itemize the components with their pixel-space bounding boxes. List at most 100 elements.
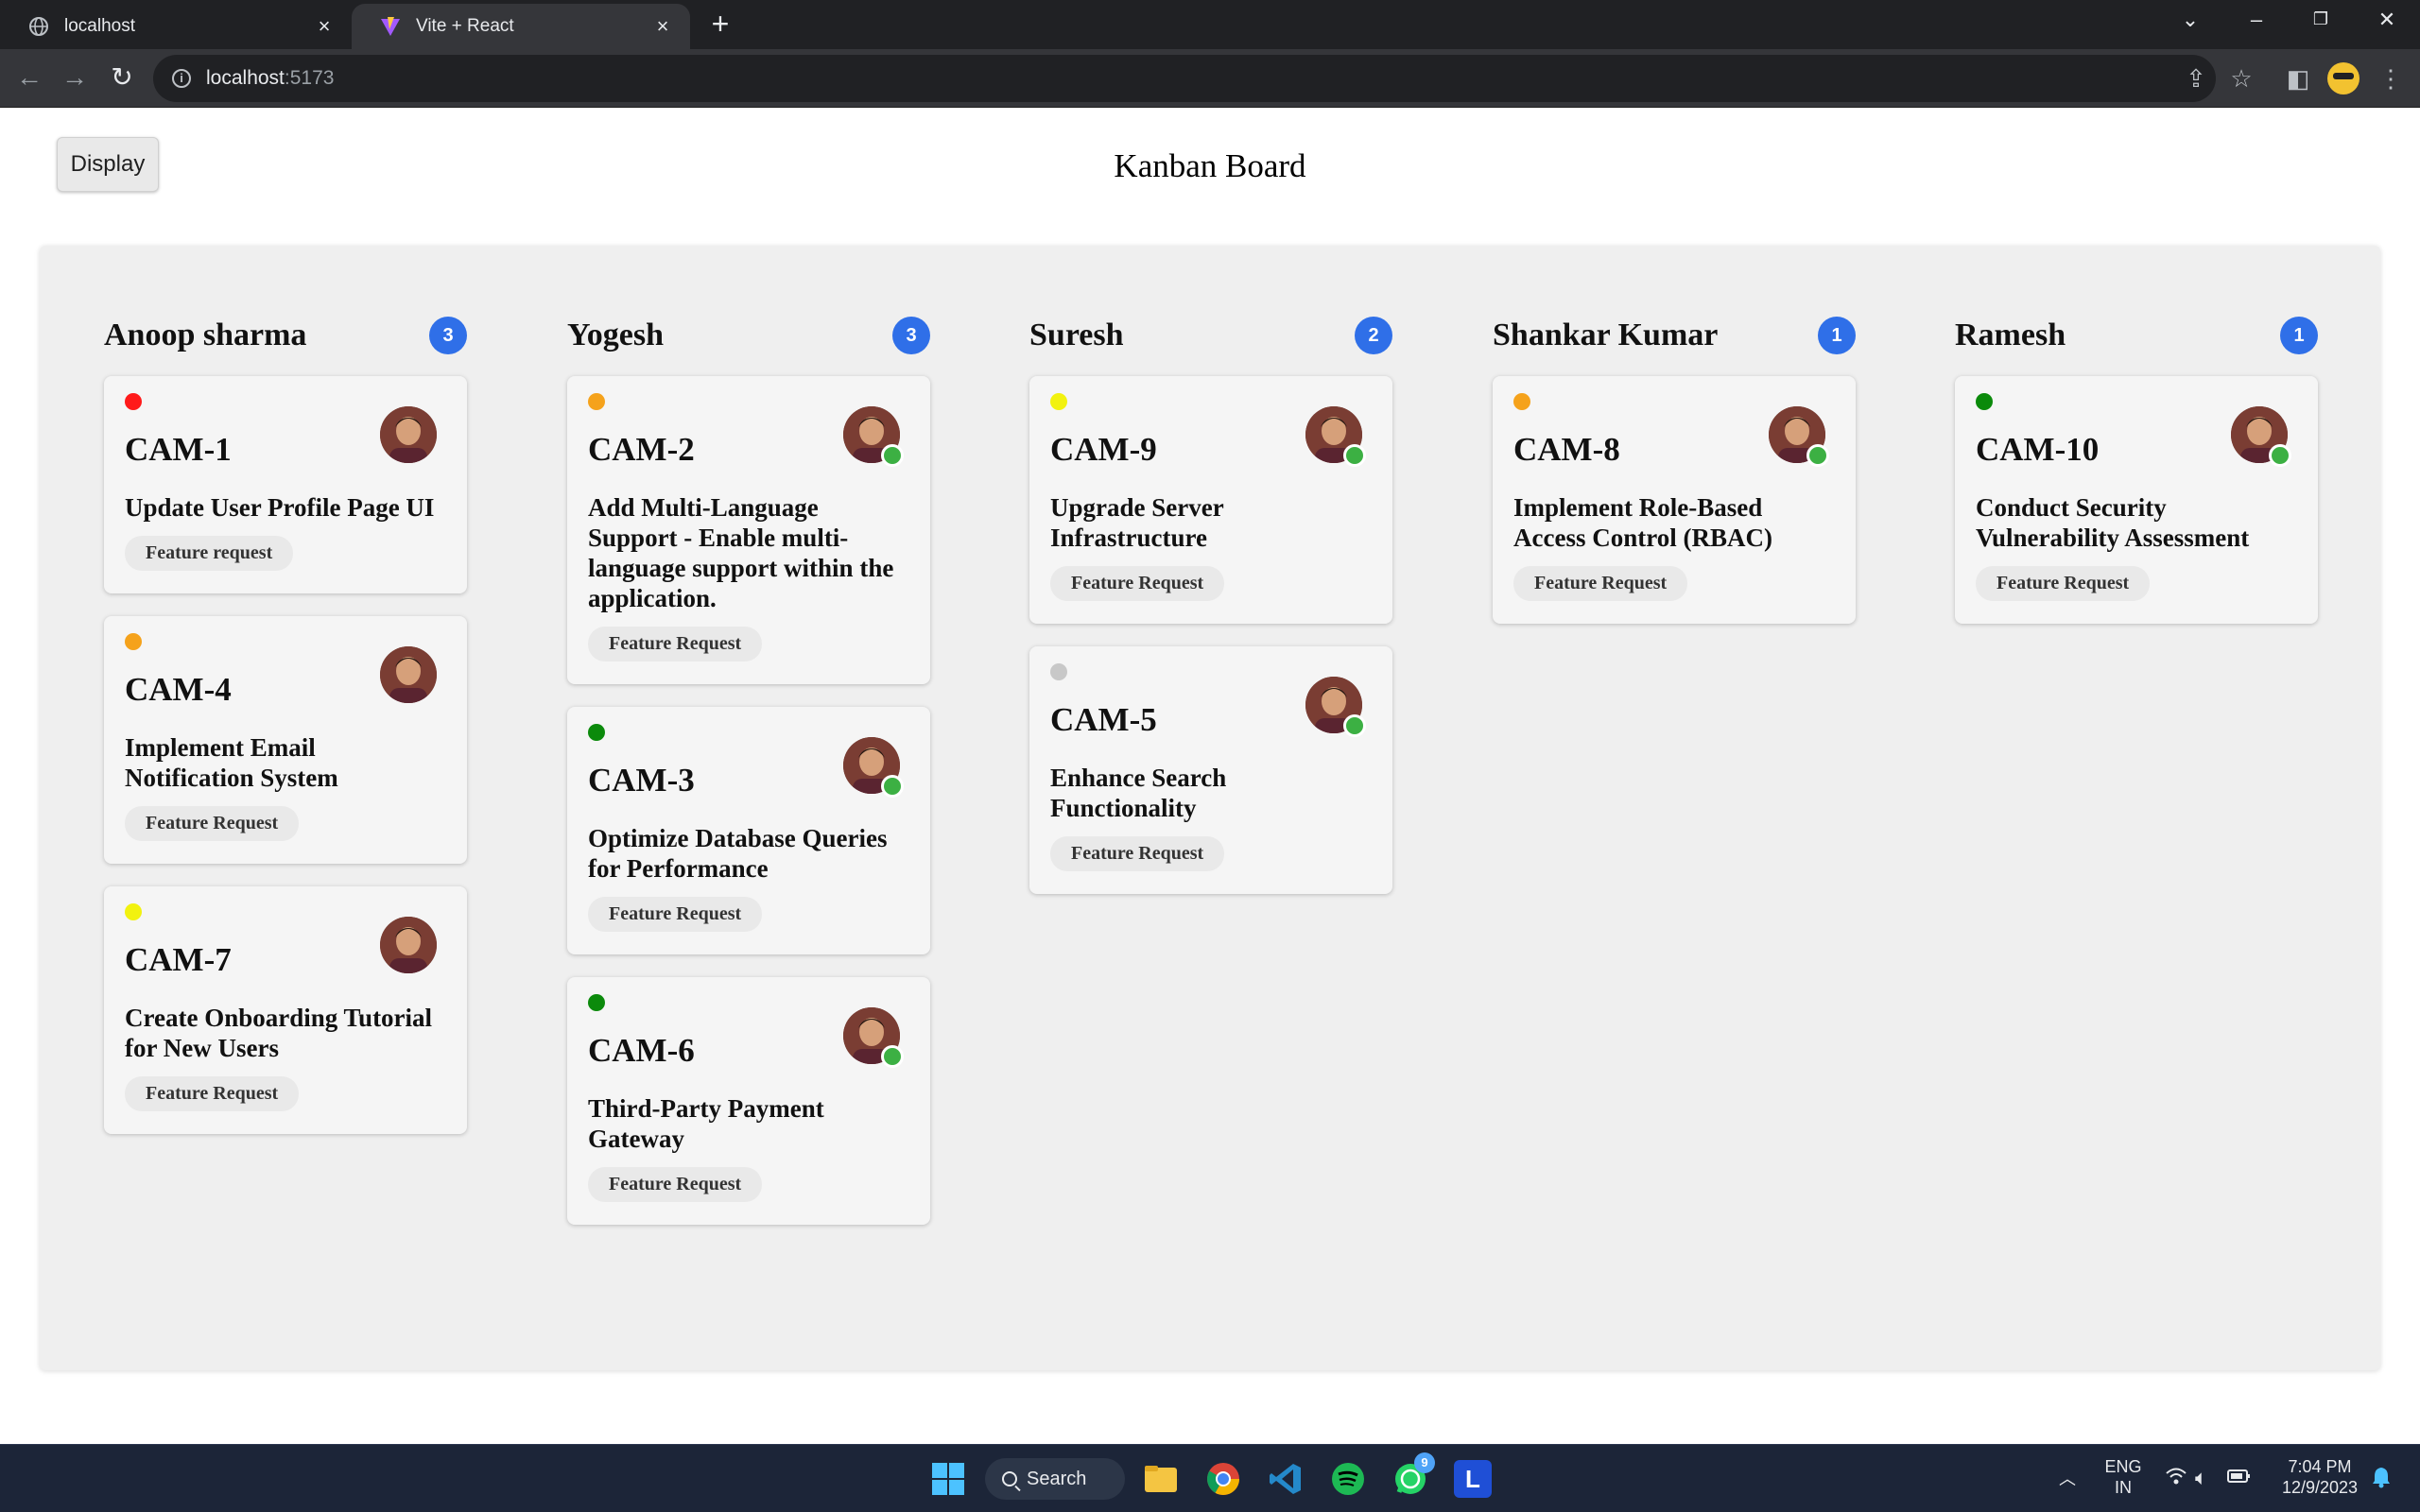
taskbar-search[interactable]: Search (985, 1458, 1125, 1500)
ticket-card[interactable]: CAM-5 Enhance Search Functionality Featu… (1029, 646, 1392, 894)
avatar (843, 737, 904, 798)
search-icon (1002, 1471, 1017, 1486)
ticket-card[interactable]: CAM-8 Implement Role-Based Access Contro… (1493, 376, 1856, 624)
clock[interactable]: 7:04 PM 12/9/2023 (2273, 1456, 2367, 1498)
avatar (1305, 677, 1366, 737)
file-explorer-icon[interactable] (1142, 1460, 1180, 1498)
language-code: ENG (2104, 1457, 2142, 1476)
tab-title: Vite + React (416, 16, 514, 36)
online-status-dot (1806, 444, 1829, 467)
priority-dot (125, 903, 142, 920)
column-name: Ramesh (1955, 318, 2066, 352)
column-header: Ramesh 1 (1955, 314, 2318, 357)
avatar (1769, 406, 1829, 467)
column-header: Anoop sharma 3 (104, 314, 467, 357)
tab-search-chevron-icon[interactable]: ⌄ (2176, 8, 2204, 32)
ticket-tag: Feature Request (125, 806, 300, 841)
vscode-icon[interactable] (1267, 1460, 1305, 1498)
priority-dot (1513, 393, 1530, 410)
ticket-title: Optimize Database Queries for Performanc… (588, 824, 888, 883)
column-shankar-kumar: Shankar Kumar 1 CAM-8 Implement Role-Bas… (1493, 314, 1856, 646)
ticket-tag: Feature Request (1976, 566, 2151, 601)
online-status-dot (1343, 444, 1366, 467)
avatar (843, 1007, 904, 1068)
reload-icon[interactable]: ↻ (106, 62, 138, 94)
bookmark-star-icon[interactable]: ☆ (2225, 62, 2257, 94)
priority-dot (125, 393, 142, 410)
ticket-title: Create Onboarding Tutorial for New Users (125, 1004, 433, 1062)
ticket-card[interactable]: CAM-1 Update User Profile Page UI Featur… (104, 376, 467, 593)
ticket-card[interactable]: CAM-7 Create Onboarding Tutorial for New… (104, 886, 467, 1134)
ticket-title: Conduct Security Vulnerability Assessmen… (1976, 493, 2250, 552)
ticket-card[interactable]: CAM-4 Implement Email Notification Syste… (104, 616, 467, 864)
avatar (380, 646, 437, 703)
column-name: Suresh (1029, 318, 1124, 352)
priority-dot (125, 633, 142, 650)
language-indicator[interactable]: ENG IN (2100, 1456, 2146, 1498)
ticket-tag: Feature Request (1050, 836, 1225, 871)
column-count-badge: 1 (1818, 317, 1856, 354)
avatar (1305, 406, 1366, 467)
wifi-icon[interactable] (2165, 1466, 2187, 1492)
ticket-title: Add Multi-Language Support - Enable mult… (588, 493, 894, 612)
ticket-card[interactable]: CAM-9 Upgrade Server Infrastructure Feat… (1029, 376, 1392, 624)
column-header: Shankar Kumar 1 (1493, 314, 1856, 357)
ticket-tag: Feature Request (588, 1167, 763, 1202)
l-app-icon[interactable]: L (1454, 1460, 1492, 1498)
ticket-card[interactable]: CAM-6 Third-Party Payment Gateway Featur… (567, 977, 930, 1225)
share-icon[interactable]: ⇪ (2180, 62, 2212, 94)
chrome-icon[interactable] (1204, 1460, 1242, 1498)
ticket-title: Upgrade Server Infrastructure (1050, 493, 1224, 552)
avatar (380, 917, 437, 973)
windows-taskbar: Search 9 L ︿ ENG IN 🔈︎ 7:04 PM 12/9/2023 (0, 1444, 2420, 1512)
vite-icon (380, 16, 401, 37)
online-status-dot (881, 1045, 904, 1068)
new-tab-button[interactable]: + (705, 9, 735, 40)
ticket-title: Third-Party Payment Gateway (588, 1094, 824, 1153)
kebab-menu-icon[interactable]: ⋮ (2375, 62, 2407, 94)
ticket-card[interactable]: CAM-10 Conduct Security Vulnerability As… (1955, 376, 2318, 624)
forward-arrow-icon[interactable]: → (59, 62, 91, 94)
tab-title: localhost (64, 16, 135, 36)
ticket-title: Implement Email Notification System (125, 733, 338, 792)
chevron-up-icon[interactable]: ︿ (2059, 1466, 2076, 1490)
online-status-dot (2269, 444, 2291, 467)
ticket-card[interactable]: CAM-2 Add Multi-Language Support - Enabl… (567, 376, 930, 684)
ticket-title: Update User Profile Page UI (125, 493, 435, 522)
ticket-tag: Feature Request (125, 1076, 300, 1111)
site-info-icon[interactable]: i (172, 69, 191, 88)
priority-dot (1050, 663, 1067, 680)
column-name: Shankar Kumar (1493, 318, 1719, 352)
avatar (843, 406, 904, 467)
address-bar[interactable]: i localhost:5173 (153, 55, 2216, 102)
avatar (380, 406, 437, 463)
battery-icon[interactable] (2227, 1466, 2252, 1492)
ticket-tag: Feature Request (588, 897, 763, 932)
ticket-card[interactable]: CAM-3 Optimize Database Queries for Perf… (567, 707, 930, 954)
minimize-icon[interactable]: – (2242, 8, 2271, 32)
side-panel-icon[interactable]: ◧ (2282, 62, 2314, 94)
back-arrow-icon[interactable]: ← (13, 62, 45, 94)
restore-icon[interactable]: ❐ (2307, 9, 2335, 29)
ticket-title: Enhance Search Functionality (1050, 764, 1227, 822)
windows-start-icon[interactable] (929, 1460, 967, 1498)
notification-bell-icon[interactable] (2371, 1466, 2392, 1494)
globe-icon (28, 16, 49, 37)
priority-dot (588, 994, 605, 1011)
window-close-icon[interactable]: ✕ (2373, 8, 2401, 32)
online-status-dot (881, 775, 904, 798)
profile-avatar[interactable] (2327, 62, 2360, 94)
spotify-icon[interactable] (1329, 1460, 1367, 1498)
tab-vite-react[interactable]: Vite + React × (352, 4, 690, 49)
column-ramesh: Ramesh 1 CAM-10 Conduct Security Vulnera… (1955, 314, 2318, 646)
volume-icon[interactable]: 🔈︎ (2195, 1466, 2207, 1490)
online-status-dot (1343, 714, 1366, 737)
column-suresh: Suresh 2 CAM-9 Upgrade Server Infrastruc… (1029, 314, 1392, 917)
page-title: Kanban Board (1114, 147, 1306, 184)
browser-tab-strip: localhost × Vite + React × + ⌄ – ❐ ✕ (0, 0, 2420, 49)
column-count-badge: 3 (892, 317, 930, 354)
column-count-badge: 3 (429, 317, 467, 354)
close-icon[interactable]: × (652, 14, 673, 39)
tab-localhost[interactable]: localhost × (0, 4, 352, 49)
close-icon[interactable]: × (314, 14, 335, 39)
